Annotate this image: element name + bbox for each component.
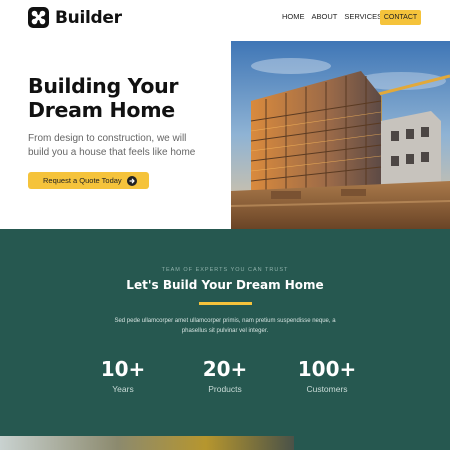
- stat-label: Years: [112, 384, 134, 394]
- x-mark-icon: [28, 7, 49, 28]
- request-quote-label: Request a Quote Today: [43, 176, 122, 185]
- stat-years: 10+ Years: [83, 357, 163, 394]
- brand-logo[interactable]: Builder: [28, 7, 122, 28]
- construction-site-image: [231, 41, 450, 229]
- main-nav: HOME ABOUT SERVICES: [282, 12, 389, 21]
- stat-value: 10+: [100, 357, 146, 381]
- stat-value: 100+: [297, 357, 357, 381]
- hero-title-line1: Building Your: [28, 74, 179, 98]
- contact-button[interactable]: CONTACT: [380, 10, 421, 25]
- page: Builder HOME ABOUT SERVICES CONTACT Buil…: [0, 0, 450, 450]
- section-eyebrow: TEAM OF EXPERTS YOU CAN TRUST: [161, 267, 289, 273]
- hero-subtitle: From design to construction, we will bui…: [28, 133, 196, 158]
- hero-text: Building Your Dream Home From design to …: [28, 74, 228, 159]
- footer-image: [0, 436, 294, 450]
- title-underline: [199, 302, 252, 305]
- stat-label: Customers: [306, 384, 348, 394]
- stat-customers: 100+ Customers: [287, 357, 367, 394]
- nav-services[interactable]: SERVICES: [344, 12, 382, 21]
- section-title: Let's Build Your Dream Home: [126, 278, 324, 292]
- nav-home[interactable]: HOME: [282, 12, 305, 21]
- stat-products: 20+ Products: [185, 357, 265, 394]
- stat-value: 20+: [202, 357, 248, 381]
- nav-about[interactable]: ABOUT: [312, 12, 338, 21]
- request-quote-button[interactable]: Request a Quote Today: [28, 172, 149, 189]
- hero-title: Building Your Dream Home: [28, 74, 228, 122]
- arrow-right-icon: [127, 175, 137, 186]
- site-header: Builder HOME ABOUT SERVICES CONTACT: [0, 0, 450, 40]
- section-text: Sed pede ullamcorper amet ullamcorper pr…: [114, 318, 336, 334]
- stat-label: Products: [208, 384, 242, 394]
- hero-title-line2: Dream Home: [28, 98, 175, 122]
- brand-name: Builder: [55, 7, 122, 28]
- about-section: TEAM OF EXPERTS YOU CAN TRUST Let's Buil…: [0, 229, 450, 450]
